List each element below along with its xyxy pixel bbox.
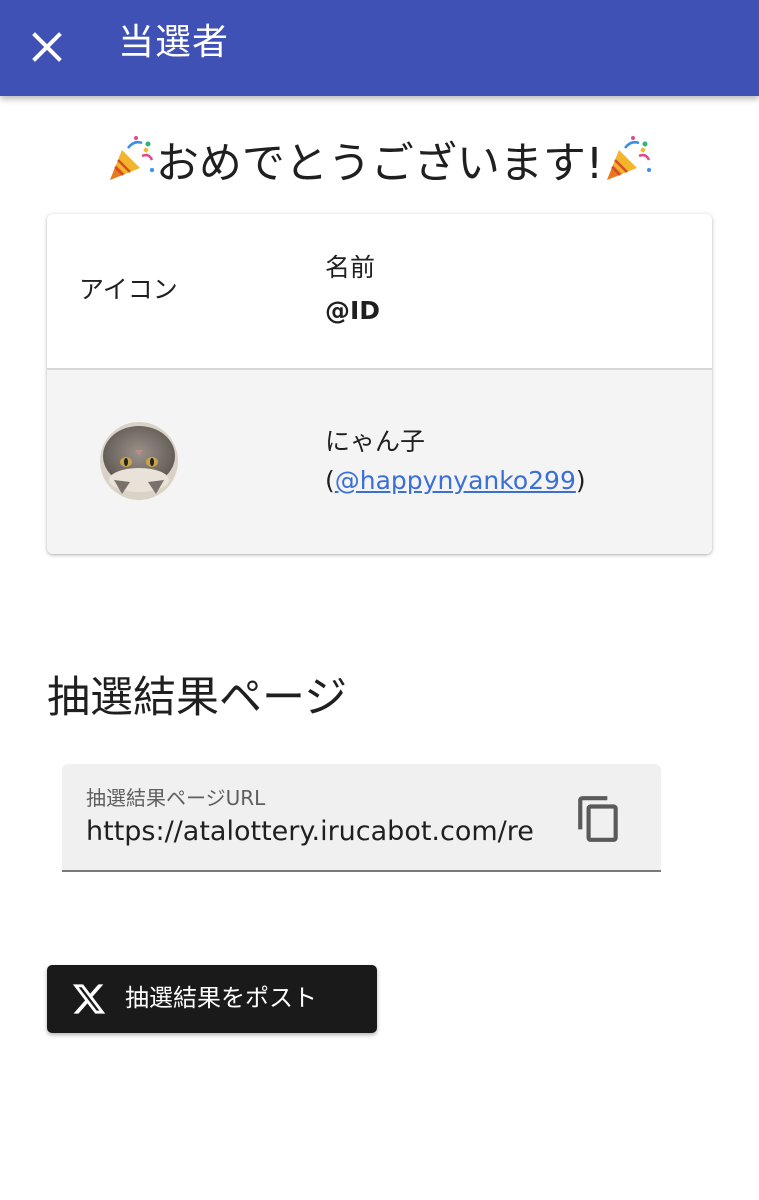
result-url-input[interactable]: https://atalottery.irucabot.com/re (86, 816, 546, 847)
table-header: アイコン 名前 @ID (47, 214, 712, 370)
party-popper-icon (607, 136, 652, 180)
party-popper-icon (109, 136, 154, 180)
post-result-button[interactable]: 抽選結果をポスト (47, 965, 377, 1033)
result-url-field[interactable]: 抽選結果ページURL https://atalottery.irucabot.c… (62, 764, 661, 872)
page-title: 当選者 (118, 22, 230, 63)
congrats-text: おめでとうございます! (155, 139, 604, 189)
column-header-id: @ID (325, 296, 381, 325)
result-url-label: 抽選結果ページURL (86, 786, 266, 810)
winner-id: (@happynyanko299) (325, 466, 586, 495)
winner-table: アイコン 名前 @ID にゃん子 (@happynyanko299) (47, 214, 712, 554)
winner-name: にゃん子 (325, 427, 426, 456)
winner-id-link[interactable]: @happynyanko299 (335, 466, 576, 495)
table-row: にゃん子 (@happynyanko299) (47, 370, 712, 554)
close-icon (32, 32, 62, 62)
close-button[interactable] (22, 22, 72, 72)
column-header-name: 名前 (325, 253, 376, 282)
column-header-icon: アイコン (79, 275, 178, 304)
app-bar: 当選者 (0, 0, 759, 96)
copy-button[interactable] (574, 794, 624, 844)
winner-id-open-paren: ( (325, 466, 335, 495)
congrats-heading: おめでとうございます! (0, 134, 759, 194)
cat-avatar-icon (100, 422, 178, 500)
post-result-label: 抽選結果をポスト (125, 984, 317, 1012)
section-title: 抽選結果ページ (47, 673, 348, 723)
x-logo-icon (72, 984, 106, 1014)
winner-id-close-paren: ) (575, 466, 586, 495)
copy-icon (578, 796, 618, 842)
avatar (100, 422, 178, 500)
